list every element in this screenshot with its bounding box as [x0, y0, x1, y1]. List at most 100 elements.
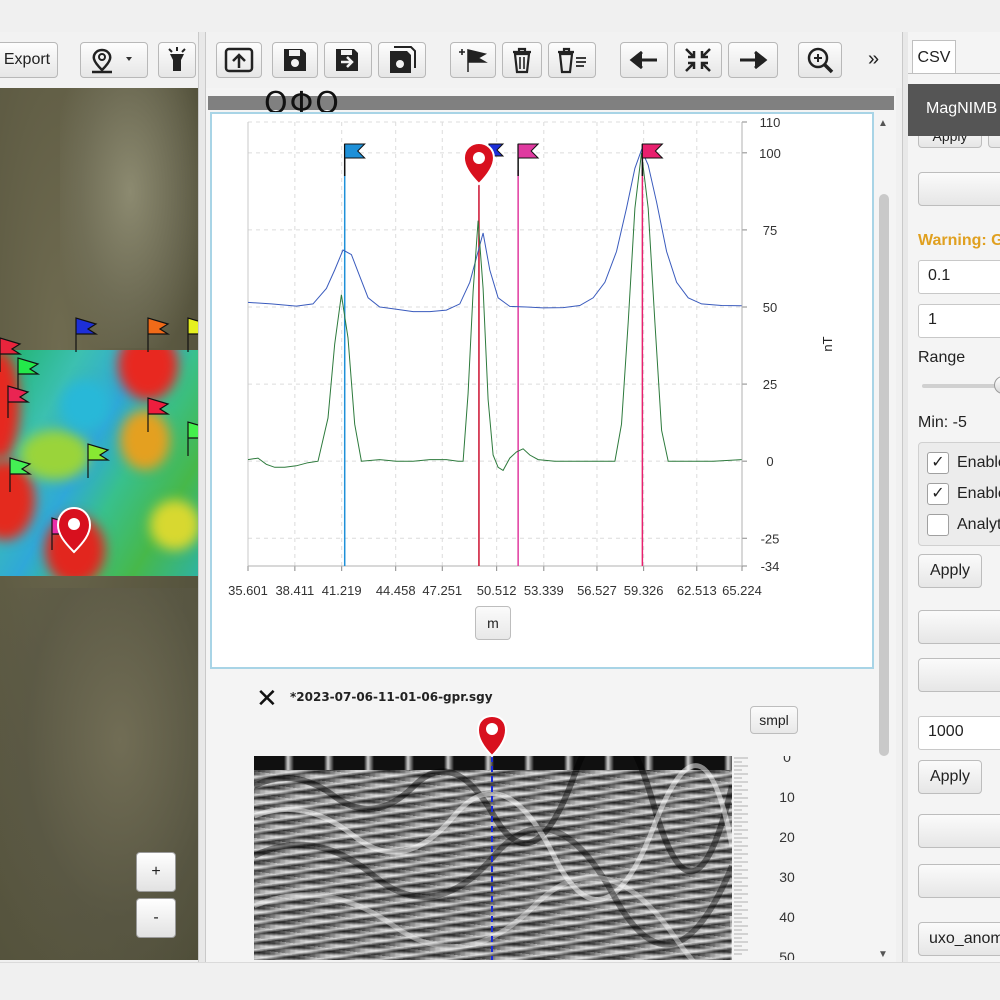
step-input[interactable]: 1	[918, 304, 1000, 338]
range-slider-thumb[interactable]	[994, 376, 1000, 394]
flag-marker-icon[interactable]	[517, 143, 540, 159]
x-tick-label: 35.601	[228, 583, 268, 598]
uxo-anomaly-button[interactable]: uxo_anom	[918, 922, 1000, 956]
flag-marker[interactable]	[17, 357, 41, 394]
depth-tick-label: 50	[779, 949, 795, 960]
samples-input[interactable]: 1000	[918, 716, 1000, 750]
scrollbar-thumb[interactable]	[879, 194, 889, 756]
flag-marker[interactable]	[147, 397, 171, 432]
save-all-icon	[390, 46, 416, 73]
map-pin-menu-icon	[92, 48, 132, 74]
series-line	[247, 152, 742, 472]
checkbox-checked-icon[interactable]: ✓	[927, 483, 949, 505]
x-tick-label: 41.219	[322, 583, 362, 598]
apply-button[interactable]: Apply	[918, 760, 982, 794]
scroll-up-icon[interactable]: ▲	[878, 118, 888, 129]
range-label: Range	[918, 349, 966, 366]
flag-marker-icon[interactable]	[641, 143, 664, 159]
tab-csv-label: CSV	[917, 48, 951, 66]
map-pin-icon[interactable]	[56, 506, 92, 554]
options-group: ✓ Enable ✓ Enable Analyt	[918, 442, 1000, 546]
panel-button[interactable]	[918, 814, 1000, 848]
checkbox-row[interactable]: Analyt	[927, 513, 1000, 537]
zoom-button[interactable]	[798, 42, 842, 78]
export-label: Export	[3, 51, 51, 68]
x-unit-button[interactable]: m	[475, 606, 511, 640]
x-tick-label: 65.224	[722, 583, 762, 598]
map-layer-dropdown[interactable]	[80, 42, 148, 78]
flashlight-icon	[168, 47, 186, 71]
scroll-down-icon[interactable]: ▼	[878, 949, 888, 960]
map-toolbar: Export	[0, 32, 200, 88]
checkbox-row[interactable]: ✓ Enable	[927, 482, 1000, 506]
tooltip: MagNIMB	[908, 84, 1000, 136]
tooltip-text: MagNIMB	[926, 100, 998, 117]
map-view[interactable]: + -	[0, 88, 198, 960]
save-icon	[284, 49, 306, 71]
app-window: Export + - » ΟΦΟ 35.601 38.411 41.219 44…	[0, 0, 1000, 1000]
range-slider-track[interactable]	[922, 384, 1000, 388]
trash-icon	[513, 47, 531, 74]
flag-marker[interactable]	[0, 337, 23, 372]
x-tick-label: 47.251	[422, 583, 462, 598]
threshold-input[interactable]: 0.1	[918, 260, 1000, 294]
flag-marker[interactable]	[187, 421, 198, 456]
y-tick-label: 50	[763, 300, 777, 315]
y-tick-label: 110	[760, 115, 781, 130]
flag-marker[interactable]	[75, 317, 99, 352]
save-button[interactable]	[272, 42, 318, 78]
vertical-scrollbar[interactable]: ▲ ▼	[876, 116, 892, 962]
close-icon[interactable]: ✕	[256, 685, 278, 711]
previous-button[interactable]	[620, 42, 668, 78]
y-tick-label: 100	[759, 146, 781, 161]
depth-tick-label: 10	[779, 789, 795, 805]
next-button[interactable]	[728, 42, 778, 78]
flag-marker[interactable]	[9, 457, 33, 492]
flag-marker-icon[interactable]	[344, 143, 366, 159]
y-tick-label: 25	[763, 377, 777, 392]
arrow-right-icon	[740, 50, 768, 70]
panel-button[interactable]	[918, 658, 1000, 692]
fit-view-button[interactable]	[674, 42, 722, 78]
apply-button[interactable]: Apply	[918, 554, 982, 588]
zoom-in-button[interactable]: +	[136, 852, 176, 892]
panel-button[interactable]	[918, 172, 1000, 206]
flag-marker[interactable]	[147, 317, 171, 352]
panel-button[interactable]	[918, 864, 1000, 898]
gpr-radargram[interactable]	[254, 756, 732, 960]
add-flag-button[interactable]	[450, 42, 496, 78]
panel-button[interactable]	[918, 610, 1000, 644]
checkbox-row[interactable]: ✓ Enable	[927, 451, 1000, 475]
delete-button[interactable]	[502, 42, 542, 78]
gpr-unit-button[interactable]: smpl	[750, 706, 798, 734]
save-as-button[interactable]	[324, 42, 372, 78]
x-tick-label: 44.458	[376, 583, 416, 598]
open-file-button[interactable]	[216, 42, 262, 78]
flashlight-button[interactable]	[158, 42, 196, 78]
arrow-left-icon	[629, 50, 657, 70]
trash-list-icon	[558, 47, 586, 74]
depth-tick-label: 30	[779, 869, 795, 885]
flag-marker[interactable]	[87, 443, 111, 478]
zoom-out-button[interactable]: -	[136, 898, 176, 938]
flag-marker[interactable]	[187, 317, 198, 352]
panel-splitter[interactable]	[198, 32, 206, 962]
toolbar-overflow-button[interactable]: »	[868, 48, 879, 71]
checkbox-checked-icon[interactable]: ✓	[927, 452, 949, 474]
tab-divider	[908, 73, 1000, 74]
delete-all-button[interactable]	[548, 42, 596, 78]
checkbox-unchecked-icon[interactable]	[927, 514, 949, 536]
magnetic-profile-chart[interactable]: 35.601 38.411 41.219 44.458 47.251 50.512 53.3…	[210, 112, 874, 669]
x-unit-label: m	[487, 615, 499, 631]
save-export-icon	[336, 49, 358, 71]
upload-icon	[224, 47, 254, 73]
y-tick-label: -34	[761, 559, 780, 574]
save-all-button[interactable]	[378, 42, 426, 78]
gpr-filename: *2023-07-06-11-01-06-gpr.sgy	[290, 690, 493, 704]
flag-marker[interactable]	[7, 385, 31, 418]
export-button[interactable]: Export	[0, 42, 58, 78]
x-tick-label: 38.411	[275, 583, 314, 598]
gpr-pin-icon[interactable]	[476, 714, 508, 758]
zoom-in-label: +	[151, 863, 161, 880]
tab-csv[interactable]: CSV	[912, 40, 956, 74]
